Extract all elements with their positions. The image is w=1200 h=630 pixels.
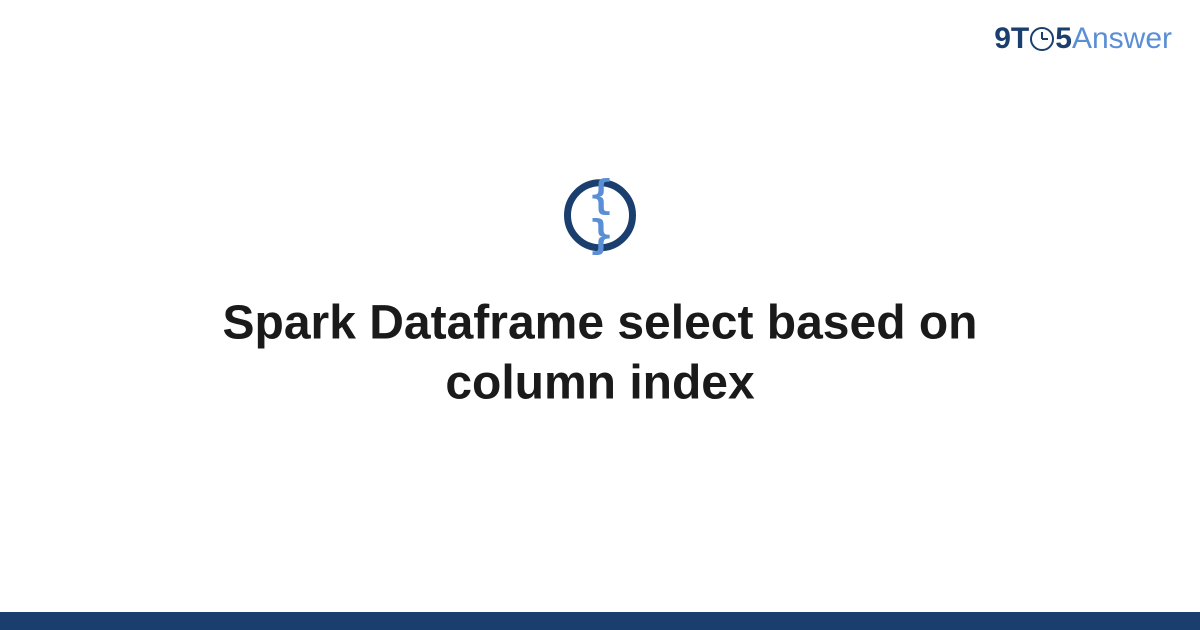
clock-icon [1030,27,1054,51]
code-braces-icon: { } [564,179,636,251]
clock-min-hand [1042,38,1048,40]
logo-brand: Answer [1072,22,1172,56]
page-title: Spark Dataframe select based on column i… [140,293,1060,413]
footer-bar [0,612,1200,630]
site-logo: 9T 5 Answer [994,22,1172,56]
logo-prefix: 9T [994,22,1029,56]
braces-glyph: { } [571,175,629,255]
main-content: { } Spark Dataframe select based on colu… [0,179,1200,413]
logo-suffix: 5 [1055,22,1072,56]
